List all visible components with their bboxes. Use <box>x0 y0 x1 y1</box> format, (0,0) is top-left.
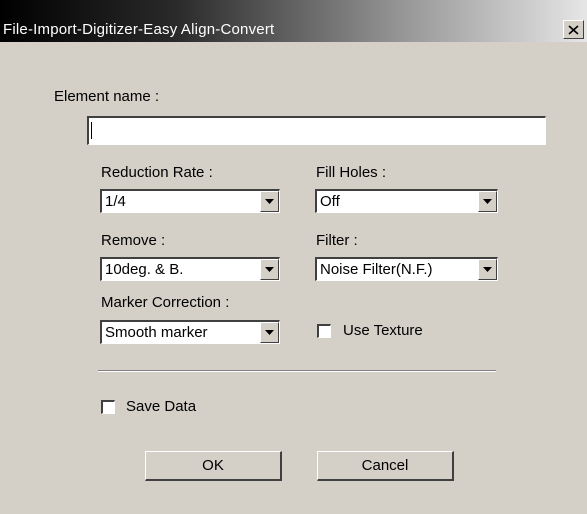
marker-correction-value: Smooth marker <box>105 324 208 341</box>
close-button[interactable] <box>563 20 584 39</box>
ok-button[interactable]: OK <box>145 451 282 481</box>
fill-holes-select[interactable]: Off <box>315 189 498 213</box>
save-data-checkbox[interactable] <box>101 400 115 414</box>
chevron-down-icon <box>483 266 492 272</box>
dropdown-button[interactable] <box>260 191 279 212</box>
text-caret <box>91 122 92 139</box>
reduction-rate-label: Reduction Rate : <box>101 164 213 181</box>
filter-value: Noise Filter(N.F.) <box>320 261 433 278</box>
use-texture-label[interactable]: Use Texture <box>343 322 423 339</box>
close-icon <box>568 24 579 35</box>
remove-select[interactable]: 10deg. & B. <box>100 257 280 281</box>
remove-label: Remove : <box>101 232 166 249</box>
fill-holes-label: Fill Holes : <box>316 164 387 181</box>
dropdown-button[interactable] <box>260 322 279 343</box>
save-data-label[interactable]: Save Data <box>126 398 196 415</box>
window-title: File-Import-Digitizer-Easy Align-Convert <box>3 21 275 38</box>
marker-correction-label: Marker Correction : <box>101 294 230 311</box>
title-bar[interactable]: File-Import-Digitizer-Easy Align-Convert <box>0 0 587 42</box>
chevron-down-icon <box>265 329 274 335</box>
separator <box>98 370 496 372</box>
filter-label: Filter : <box>316 232 358 249</box>
dropdown-button[interactable] <box>260 259 279 280</box>
filter-select[interactable]: Noise Filter(N.F.) <box>315 257 498 281</box>
marker-correction-select[interactable]: Smooth marker <box>100 320 280 344</box>
use-texture-checkbox[interactable] <box>317 324 331 338</box>
reduction-rate-value: 1/4 <box>105 193 126 210</box>
chevron-down-icon <box>483 198 492 204</box>
dropdown-button[interactable] <box>478 191 497 212</box>
dropdown-button[interactable] <box>478 259 497 280</box>
remove-value: 10deg. & B. <box>105 261 184 278</box>
cancel-button[interactable]: Cancel <box>317 451 454 481</box>
element-name-label: Element name : <box>54 88 160 105</box>
reduction-rate-select[interactable]: 1/4 <box>100 189 280 213</box>
fill-holes-value: Off <box>320 193 340 210</box>
element-name-input[interactable] <box>87 116 546 145</box>
chevron-down-icon <box>265 266 274 272</box>
chevron-down-icon <box>265 198 274 204</box>
import-dialog: File-Import-Digitizer-Easy Align-Convert… <box>0 0 587 514</box>
